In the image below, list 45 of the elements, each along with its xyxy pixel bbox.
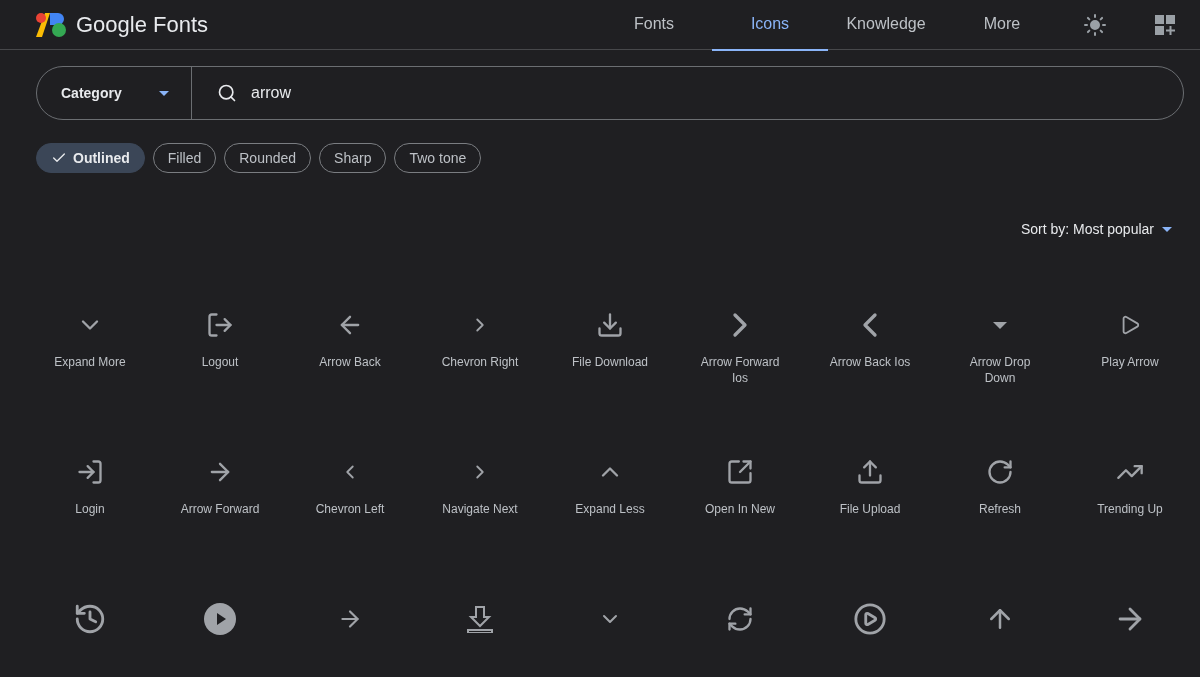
icon-label: Arrow Forward Ios [699, 354, 781, 386]
sort-dropdown[interactable]: Sort by: Most popular [1020, 221, 1154, 237]
icon-label: Expand Less [574, 501, 646, 517]
brand-name: Google Fonts [76, 11, 209, 38]
sync-icon [726, 605, 754, 633]
upload-icon [856, 458, 884, 486]
login-icon [76, 458, 104, 486]
icon-label: Logout [200, 354, 240, 370]
icon-label: Play Arrow [1100, 354, 1160, 370]
triangle-down-icon [993, 321, 1007, 329]
refresh-icon [986, 458, 1014, 486]
apps-icon[interactable] [1155, 14, 1175, 35]
category-dropdown[interactable]: Category [37, 67, 192, 119]
icon-label: Arrow Forward [179, 501, 261, 517]
icon-label: Arrow Back Ios [828, 354, 912, 370]
icon-label: Arrow Drop Down [968, 354, 1032, 386]
caret-icon [1162, 226, 1172, 232]
icon-label: Chevron Left [314, 501, 386, 517]
icon-label: Arrow Back [318, 354, 382, 370]
logout-icon [206, 311, 234, 339]
nav-tab[interactable]: More [944, 0, 1060, 51]
play-circle-icon [853, 602, 887, 636]
logo-icon [36, 12, 66, 37]
icon-label: Chevron Right [440, 354, 520, 370]
theme-icon[interactable] [1083, 12, 1107, 37]
search-field[interactable]: arrow [251, 84, 291, 102]
icon-label: File Upload [838, 501, 902, 517]
icon-label: Expand More [53, 354, 127, 370]
icon-label: Open In New [703, 501, 776, 517]
nav-tab[interactable]: Knowledge [828, 0, 944, 51]
caret-icon [159, 90, 169, 96]
download-icon [596, 311, 624, 339]
icon-label: Refresh [978, 501, 1022, 517]
icon-label: Login [74, 501, 106, 517]
icon-label: File Download [570, 354, 649, 370]
icon-label: Trending Up [1096, 501, 1164, 517]
icon-label: Navigate Next [441, 501, 519, 517]
style-chip[interactable]: Outlined [36, 143, 145, 173]
nav-tab[interactable]: Icons [712, 0, 828, 51]
play-circle-icon [204, 603, 236, 635]
search-icon [217, 83, 237, 103]
history-icon [73, 602, 107, 636]
nav-tab[interactable]: Fonts [596, 0, 712, 51]
open-external-icon [726, 458, 754, 486]
download-icon [467, 605, 493, 633]
